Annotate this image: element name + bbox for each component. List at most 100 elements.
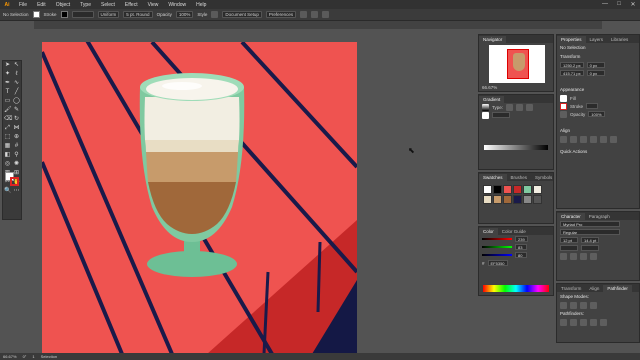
all-caps-icon[interactable] xyxy=(560,252,567,260)
swatch-8[interactable] xyxy=(503,195,512,204)
appearance-stroke-swatch[interactable] xyxy=(560,102,567,110)
tab-paragraph[interactable]: Paragraph xyxy=(585,213,614,220)
artboard[interactable] xyxy=(42,42,357,354)
stroke-weight-input[interactable] xyxy=(586,103,599,109)
rectangle-tool-icon[interactable]: ▭ xyxy=(4,98,11,105)
brush-size-select[interactable]: 5 pt. Round xyxy=(123,11,153,18)
fill-stroke-widget[interactable] xyxy=(5,172,19,186)
swatch-5[interactable] xyxy=(533,185,542,194)
eraser-tool-icon[interactable]: ⌫ xyxy=(4,116,12,123)
tab-color[interactable]: Color xyxy=(479,228,498,235)
swatch-3[interactable] xyxy=(513,185,522,194)
exclude-icon[interactable] xyxy=(590,301,597,309)
artboard-number[interactable]: 1 xyxy=(32,354,34,359)
w-field[interactable]: 0 px xyxy=(586,62,605,68)
zoom-level[interactable]: 66.67% xyxy=(3,354,17,359)
tab-symbols[interactable]: Symbols xyxy=(531,174,556,181)
blue-value[interactable]: 80 xyxy=(515,252,527,258)
red-slider[interactable] xyxy=(482,238,512,240)
small-caps-icon[interactable] xyxy=(570,252,577,260)
align-center-icon[interactable] xyxy=(570,135,577,143)
gradient-slider[interactable] xyxy=(484,145,548,150)
eyedropper-tool-icon[interactable]: ⚲ xyxy=(13,152,20,159)
symbol-sprayer-tool-icon[interactable]: ✺ xyxy=(13,161,20,168)
menu-type[interactable]: Type xyxy=(75,2,96,8)
h-field[interactable]: 0 px xyxy=(586,70,605,76)
tab-libraries[interactable]: Libraries xyxy=(607,36,632,43)
stroke-color-box[interactable] xyxy=(10,177,19,186)
ellipse-tool-icon[interactable]: ◯ xyxy=(13,98,20,105)
align-left-icon[interactable] xyxy=(560,135,567,143)
green-slider[interactable] xyxy=(482,246,512,248)
swatch-0[interactable] xyxy=(483,185,492,194)
maximize-button[interactable]: □ xyxy=(612,1,626,8)
perspective-grid-tool-icon[interactable]: ▦ xyxy=(4,143,11,150)
color-spectrum[interactable] xyxy=(483,285,549,292)
align-right-icon[interactable] xyxy=(580,135,587,143)
radial-gradient-icon[interactable] xyxy=(516,103,524,111)
tab-gradient[interactable]: Gradient xyxy=(479,96,505,103)
fill-swatch[interactable] xyxy=(32,11,40,18)
scale-tool-icon[interactable]: ⤢ xyxy=(4,125,11,132)
width-tool-icon[interactable]: ⋈ xyxy=(13,125,20,132)
menu-object[interactable]: Object xyxy=(51,2,75,8)
menu-help[interactable]: Help xyxy=(191,2,211,8)
freeform-gradient-icon[interactable] xyxy=(526,103,534,111)
direct-selection-tool-icon[interactable]: ↖ xyxy=(13,62,20,69)
opacity-field[interactable]: 100% xyxy=(175,11,194,18)
tab-character[interactable]: Character xyxy=(557,213,585,220)
style-swatch[interactable] xyxy=(211,11,219,18)
tab-align[interactable]: Align xyxy=(585,285,603,292)
transform-icon[interactable] xyxy=(311,11,319,18)
gradient-swatch[interactable] xyxy=(482,103,489,111)
pen-tool-icon[interactable]: ✒ xyxy=(4,80,11,87)
unite-icon[interactable] xyxy=(560,301,567,309)
navigator-preview[interactable] xyxy=(489,45,545,83)
outline-icon[interactable] xyxy=(600,318,607,326)
brush-profile-select[interactable]: Uniform xyxy=(97,11,120,18)
stroke-swatch[interactable] xyxy=(60,11,68,18)
swatch-2[interactable] xyxy=(503,185,512,194)
swatch-11[interactable] xyxy=(533,195,542,204)
appearance-opacity-field[interactable]: 100% xyxy=(588,111,605,117)
paintbrush-tool-icon[interactable]: 🖌 xyxy=(4,107,12,114)
gradient-angle-field[interactable] xyxy=(492,112,510,118)
font-style-field[interactable]: Regular xyxy=(560,229,620,235)
magic-wand-tool-icon[interactable]: ✦ xyxy=(4,71,11,78)
edit-toolbar-icon[interactable]: ⋯ xyxy=(13,188,20,195)
swatch-1[interactable] xyxy=(493,185,502,194)
lasso-tool-icon[interactable]: ℓ xyxy=(13,71,20,78)
gradient-tool-icon[interactable]: ◧ xyxy=(4,152,11,159)
kerning-field[interactable] xyxy=(560,245,578,251)
swatch-6[interactable] xyxy=(483,195,492,204)
font-size-field[interactable]: 12 pt xyxy=(560,237,578,243)
red-value[interactable]: 239 xyxy=(515,236,528,242)
app-logo[interactable]: Ai xyxy=(0,0,14,9)
tracking-field[interactable] xyxy=(581,245,599,251)
green-value[interactable]: 83 xyxy=(515,244,527,250)
divide-icon[interactable] xyxy=(560,318,567,326)
menu-window[interactable]: Window xyxy=(163,2,191,8)
blend-tool-icon[interactable]: ◎ xyxy=(4,161,11,168)
y-field[interactable]: 415.71 px xyxy=(560,70,584,76)
align-middle-icon[interactable] xyxy=(600,135,607,143)
minus-front-icon[interactable] xyxy=(570,301,577,309)
free-transform-tool-icon[interactable]: ⬚ xyxy=(4,134,11,141)
swatch-4[interactable] xyxy=(523,185,532,194)
menu-file[interactable]: File xyxy=(14,2,32,8)
blue-slider[interactable] xyxy=(482,254,512,256)
leading-field[interactable]: 14.4 pt xyxy=(581,237,600,243)
line-tool-icon[interactable]: ╱ xyxy=(13,89,20,96)
swatch-9[interactable] xyxy=(513,195,522,204)
gradient-fill-icon[interactable] xyxy=(482,111,489,119)
intersect-icon[interactable] xyxy=(580,301,587,309)
align-bottom-icon[interactable] xyxy=(610,135,617,143)
rotate-tool-icon[interactable]: ↻ xyxy=(13,116,20,123)
curvature-tool-icon[interactable]: ∿ xyxy=(13,80,20,87)
align-icon[interactable] xyxy=(300,11,308,18)
linear-gradient-icon[interactable] xyxy=(506,103,514,111)
swatch-7[interactable] xyxy=(493,195,502,204)
document-tab[interactable] xyxy=(22,21,34,29)
arrange-icon[interactable] xyxy=(322,11,330,18)
tab-brushes[interactable]: Brushes xyxy=(507,174,532,181)
